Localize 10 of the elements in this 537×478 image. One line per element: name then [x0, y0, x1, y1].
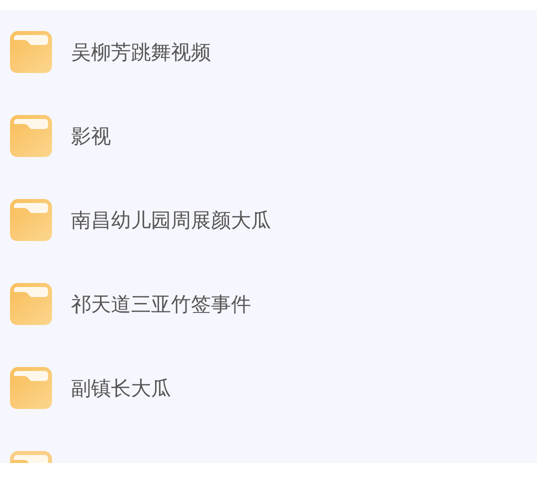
folder-name[interactable]: 影视	[71, 122, 111, 150]
folder-icon[interactable]	[10, 31, 52, 73]
folder-icon[interactable]	[10, 115, 52, 157]
folder-name[interactable]: 祁天道三亚竹签事件	[71, 290, 251, 318]
folder-icon[interactable]	[10, 367, 52, 409]
folder-icon[interactable]	[10, 199, 52, 241]
folder-icon[interactable]	[10, 283, 52, 325]
folder-name[interactable]: 吴柳芳跳舞视频	[71, 38, 211, 66]
folder-name[interactable]: 副镇长大瓜	[71, 374, 171, 402]
folder-name[interactable]: 南昌幼儿园周展颜大瓜	[71, 206, 271, 234]
